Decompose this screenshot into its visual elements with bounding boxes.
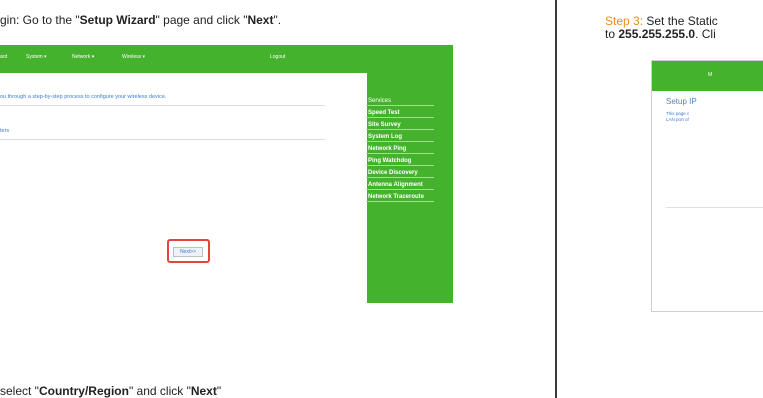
instruction-text: select " (0, 384, 39, 398)
sidebar-item-services[interactable]: Services (366, 97, 434, 106)
instruction-text: ". (273, 13, 282, 27)
step3-instruction: Step 3: Set the Static (605, 14, 718, 28)
sidebar-item-network-traceroute[interactable]: Network Traceroute (366, 193, 434, 202)
next-button[interactable]: Next>> (173, 247, 203, 257)
sidebar-item-network-ping[interactable]: Network Ping (366, 145, 434, 154)
instruction-bold-country-region: Country/Region (38, 384, 129, 398)
sidebar-item-site-survey[interactable]: Site Survey (366, 121, 434, 130)
step-label: Step 3: (605, 14, 644, 28)
setup-ip-desc-line2: LAN port of (666, 117, 689, 122)
divider-line (666, 207, 763, 208)
divider-line (0, 105, 325, 106)
step3-instruction-line2: to 255.255.255.0. Cli (605, 27, 716, 41)
instruction-text: gin: Go to the " (0, 13, 80, 27)
step-instruction: gin: Go to the "Setup Wizard" page and c… (0, 13, 281, 27)
sidebar-item-system-log[interactable]: System Log (366, 133, 434, 142)
instruction-text: Set the Static (643, 14, 718, 28)
instruction-text: " (216, 384, 222, 398)
router-ui-screenshot: ard System ▾ Network ▾ Wireless ▾ Logout… (0, 45, 453, 303)
instruction-text: " and click " (128, 384, 191, 398)
nav-item-logout[interactable]: Logout (270, 54, 285, 60)
setup-ip-screenshot: M Setup IP This page c LAN port of (651, 60, 763, 312)
instruction-text: . Cli (695, 27, 716, 41)
instruction-bold-setup-wizard: Setup Wizard (79, 13, 156, 27)
instruction-bold-next: Next (247, 13, 274, 27)
top-nav-bar: ard System ▾ Network ▾ Wireless ▾ Logout (0, 45, 367, 73)
instruction-text: to (605, 27, 619, 41)
nav-item-wizard[interactable]: ard (0, 54, 7, 60)
instruction-text: " page and click " (155, 13, 248, 27)
divider-line (0, 139, 325, 140)
nav-item-wireless[interactable]: Wireless ▾ (122, 54, 145, 60)
top-nav-bar: M (652, 61, 763, 91)
sidebar-item-speed-test[interactable]: Speed Test (366, 109, 434, 118)
sidebar-item-ping-watchdog[interactable]: Ping Watchdog (366, 157, 434, 166)
instruction-bold-subnet: 255.255.255.0 (618, 27, 696, 41)
setup-ip-title: Setup IP (666, 97, 697, 106)
page-divider (555, 0, 557, 398)
instruction-bold-next: Next (190, 384, 217, 398)
nav-item-network[interactable]: Network ▾ (72, 54, 94, 60)
sidebar-item-device-discovery[interactable]: Device Discovery (366, 169, 434, 178)
wizard-sub-text: ters (0, 128, 10, 134)
wizard-intro-text: ou through a step-by-step process to con… (0, 94, 167, 100)
country-instruction: select "Country/Region" and click "Next" (0, 384, 221, 398)
setup-ip-desc-line1: This page c (666, 111, 690, 116)
nav-item-system[interactable]: System ▾ (26, 54, 47, 60)
sidebar-item-antenna-alignment[interactable]: Antenna Alignment (366, 181, 434, 190)
nav-fragment[interactable]: M (708, 72, 712, 78)
